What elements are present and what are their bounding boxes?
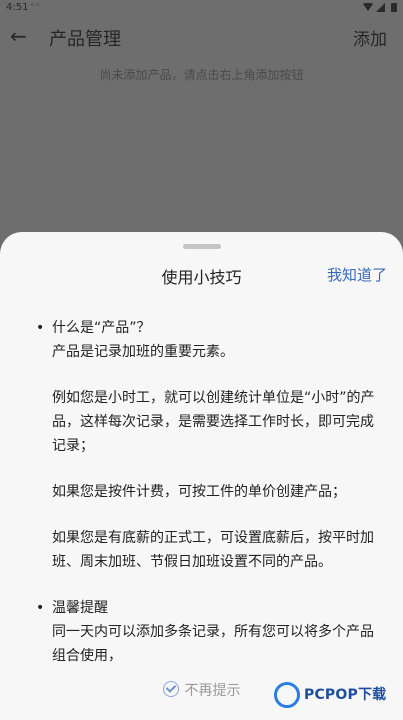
bullet: • [36, 320, 45, 336]
add-button[interactable]: 添加 [353, 25, 387, 50]
watermark-logo: PCPOP下载 [274, 680, 399, 716]
tip-text: 如果您是按件计费，可按工件的单价创建产品； [52, 484, 346, 500]
status-bar: 4:51 ◦◦ [0, 0, 403, 16]
status-extra: ◦◦ [30, 1, 41, 11]
status-time: 4:51 [6, 2, 29, 13]
tip-heading: 温馨提醒 [52, 600, 108, 616]
back-arrow-icon[interactable]: ← [10, 24, 27, 48]
tips-bottom-sheet: 使用小技巧 我知道了 • 什么是“产品”？ 产品是记录加班的重要元素。 例如您是… [0, 232, 403, 720]
signal-icon [376, 3, 385, 12]
watermark-text: PCPOP下载 [304, 687, 387, 703]
tip-item: • 什么是“产品”？ 产品是记录加班的重要元素。 例如您是小时工，就可以创建统计… [36, 316, 376, 574]
empty-state-hint: 尚未添加产品，请点击右上角添加按钮 [99, 68, 304, 82]
bullet: • [36, 600, 45, 616]
drag-handle[interactable] [183, 244, 221, 249]
tips-list: • 什么是“产品”？ 产品是记录加班的重要元素。 例如您是小时工，就可以创建统计… [36, 316, 376, 668]
page-title: 产品管理 [49, 29, 121, 50]
logo-icon [274, 682, 300, 708]
got-it-button[interactable]: 我知道了 [327, 264, 387, 285]
tip-text: 如果您是有底薪的正式工，可设置底薪后，按平时加班、周末加班、节假日加班设置不同的… [52, 530, 374, 570]
wifi-icon [363, 3, 373, 11]
tip-text: 产品是记录加班的重要元素。 [52, 344, 234, 360]
check-circle-icon [162, 681, 179, 697]
tip-text: 同一天内可以添加多条记录，所有您可以将多个产品组合使用， [52, 624, 374, 664]
battery-icon [391, 3, 397, 12]
dont-show-label: 不再提示 [184, 683, 241, 699]
tip-item: • 温馨提醒 同一天内可以添加多条记录，所有您可以将多个产品组合使用， [36, 596, 376, 668]
app-bar: ← 产品管理 添加 [0, 16, 403, 56]
tip-heading: 什么是“产品”？ [52, 320, 151, 336]
tip-text: 例如您是小时工，就可以创建统计单位是“小时”的产品，这样每次记录，是需要选择工作… [52, 390, 375, 454]
